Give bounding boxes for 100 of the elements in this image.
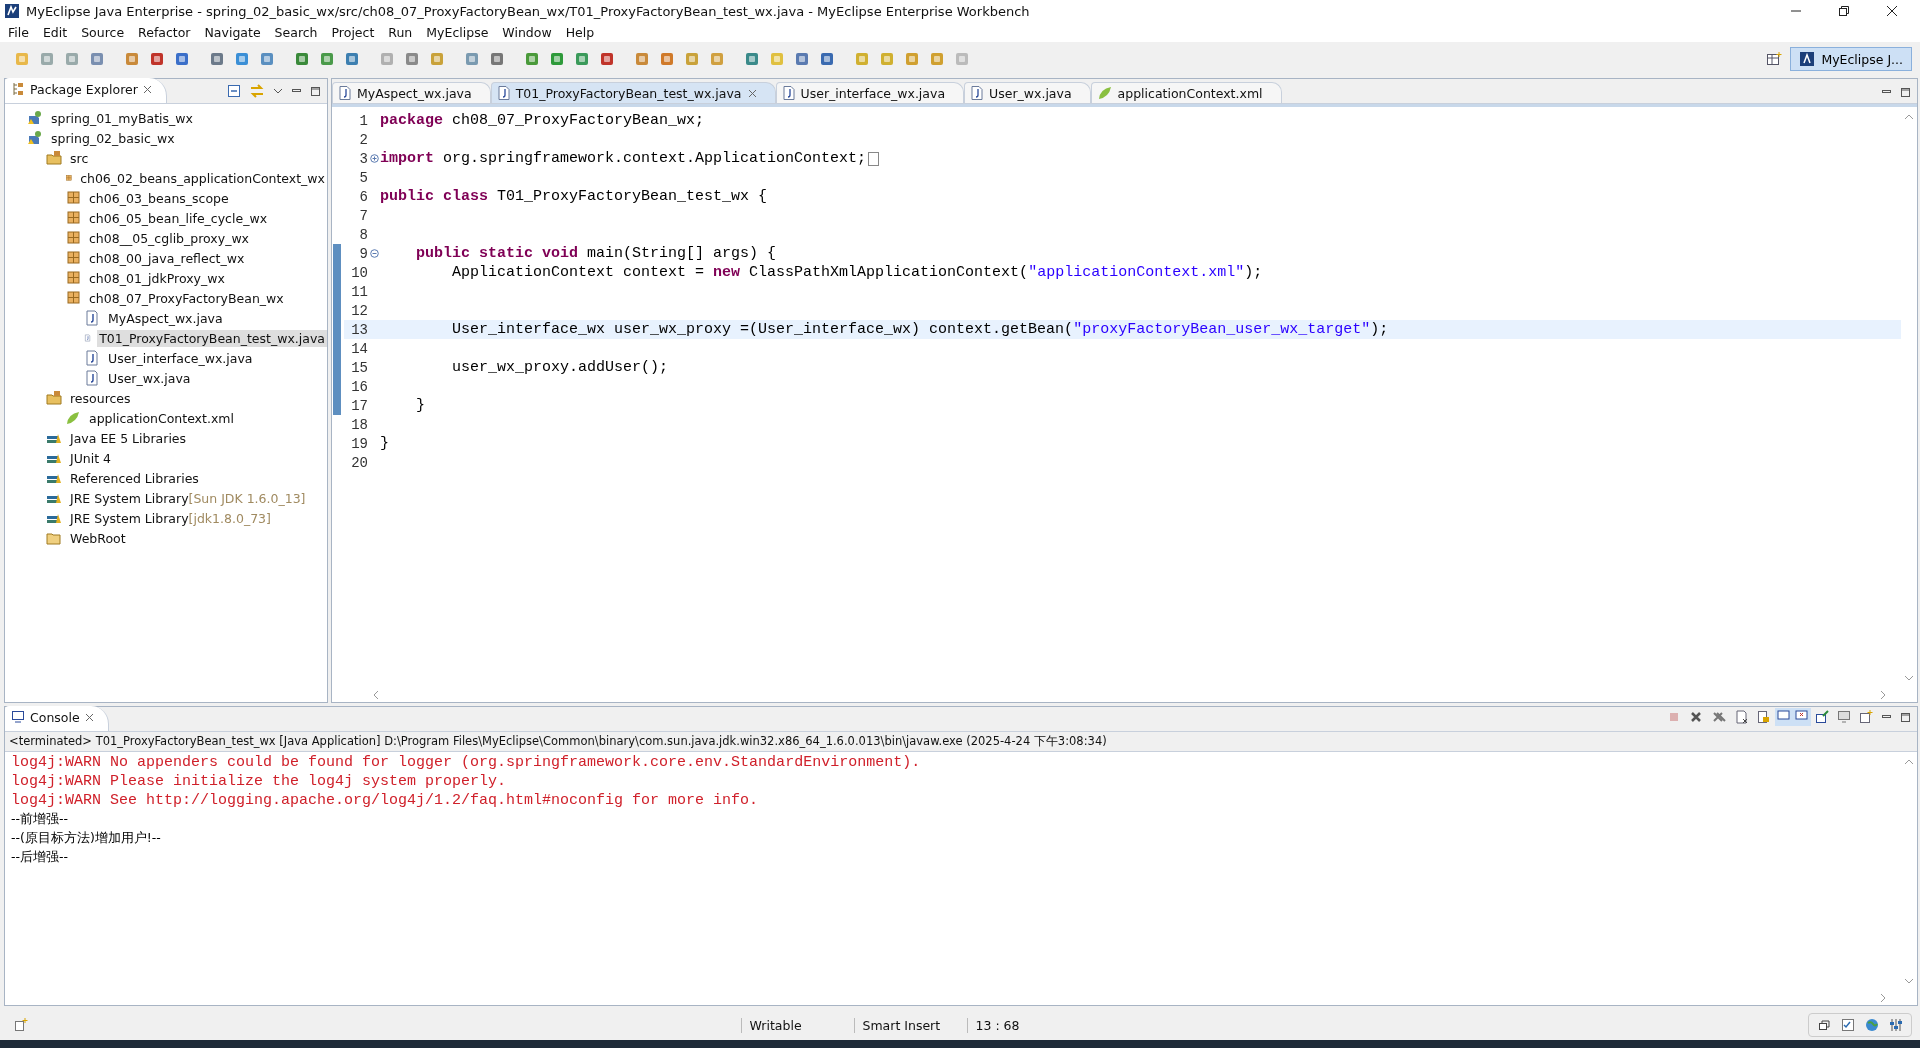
tree-item[interactable]: applicationContext.xml xyxy=(87,409,236,427)
clear-console-icon[interactable] xyxy=(1735,710,1749,724)
tree-item[interactable]: ch06_03_beans_scope xyxy=(87,189,231,207)
tree-item[interactable]: ch06_02_beans_applicationContext_wx xyxy=(78,169,327,187)
status-field: Smart Insert xyxy=(853,1017,967,1033)
menu-item[interactable]: Edit xyxy=(42,24,68,40)
menu-item[interactable]: Source xyxy=(81,24,125,40)
status-field: Writable xyxy=(740,1017,854,1033)
maximize-icon[interactable] xyxy=(1900,711,1911,723)
line-number: 14 xyxy=(350,340,368,357)
console-description: <terminated> T01_ProxyFactoryBean_test_wx [Java Application] D:\Program Files\MyEclipse\Common\binary\com.sun.java.jdk.win32.x86_64_1.6.0.013\bin\javaw.exe (2025-4-24 下午3:08:34) xyxy=(5,732,1917,752)
java-file-icon xyxy=(84,310,100,326)
tree-item[interactable]: ch08_00_java_reflect_wx xyxy=(87,249,247,267)
tree-item[interactable]: spring_01_myBatis_wx xyxy=(49,109,195,127)
tree-item[interactable]: User_interface_wx.java xyxy=(106,349,255,367)
task-list-icon[interactable] xyxy=(1841,1018,1855,1032)
tree-item[interactable]: src xyxy=(68,149,91,167)
scroll-lock-icon[interactable] xyxy=(1757,710,1771,724)
expand-icon[interactable] xyxy=(369,154,379,163)
tree-item[interactable]: JRE System Library[jdk1.8.0_73] xyxy=(68,509,273,527)
collapse-icon[interactable] xyxy=(369,249,379,258)
menu-item[interactable]: MyEclipse xyxy=(426,24,489,40)
status-field: 13 : 68 xyxy=(966,1017,1096,1033)
menu-item[interactable]: Refactor xyxy=(138,24,191,40)
tree-item[interactable]: ch06_05_bean_life_cycle_wx xyxy=(87,209,270,227)
line-number: 8 xyxy=(358,226,368,243)
collapse-all-icon[interactable] xyxy=(227,84,241,98)
code-line: } xyxy=(380,435,389,452)
fast-view-icon[interactable] xyxy=(14,1018,28,1032)
scroll-right-icon[interactable] xyxy=(1879,993,1887,1003)
close-icon[interactable] xyxy=(1886,5,1898,17)
scroll-up-icon[interactable] xyxy=(1904,113,1914,121)
tree-item[interactable]: ch08_07_ProxyFactoryBean_wx xyxy=(87,289,286,307)
tree-item[interactable]: ch08__05_cglib_proxy_wx xyxy=(87,229,252,247)
window-icon[interactable] xyxy=(1817,1018,1831,1032)
restore-icon[interactable] xyxy=(1838,5,1850,17)
perspective-button[interactable]: MyEclipse J... xyxy=(1790,47,1912,71)
console-icon xyxy=(11,710,25,724)
open-perspective-icon[interactable] xyxy=(1766,51,1783,67)
java-file-icon xyxy=(84,370,100,386)
tree-item[interactable]: WebRoot xyxy=(68,529,128,547)
editor-tab[interactable]: User_interface_wx.java xyxy=(775,82,965,103)
perspective-logo-icon xyxy=(1799,51,1816,67)
line-number: 19 xyxy=(350,435,368,452)
folded-code-marker[interactable] xyxy=(868,151,880,166)
menu-item[interactable]: Run xyxy=(388,24,413,40)
maximize-icon[interactable] xyxy=(1900,87,1911,98)
link-editor-icon[interactable] xyxy=(249,84,265,98)
menu-item[interactable]: Help xyxy=(565,24,595,40)
scroll-left-icon[interactable] xyxy=(372,690,380,700)
show-output-icon[interactable] xyxy=(1775,708,1793,726)
remove-launch-icon[interactable] xyxy=(1689,710,1703,724)
leaf-icon xyxy=(1097,86,1112,100)
code-line: import org.springframework.context.ApplicationContext; xyxy=(380,150,867,167)
scroll-down-icon[interactable] xyxy=(1904,674,1914,682)
maximize-icon[interactable] xyxy=(310,85,321,97)
sliders-icon[interactable] xyxy=(1889,1018,1903,1032)
tree-item[interactable]: User_wx.java xyxy=(106,369,193,387)
new-console-icon[interactable] xyxy=(1859,710,1873,724)
code-line: User_interface_wx user_wx_proxy =(User_interface_wx) context.getBean("proxyFactoryBean_user_wx_target"); xyxy=(451,321,1389,338)
scroll-right-icon[interactable] xyxy=(1879,690,1887,700)
menu-item[interactable]: Window xyxy=(502,24,552,40)
show-error-icon[interactable] xyxy=(1793,708,1811,726)
tree-item[interactable]: Referenced Libraries xyxy=(68,469,201,487)
menu-item[interactable]: File xyxy=(8,24,29,40)
tree-item[interactable]: spring_02_basic_wx xyxy=(49,129,177,147)
console-line: --后增强-- xyxy=(11,849,70,866)
menu-item[interactable]: Project xyxy=(331,24,375,40)
java-file-icon xyxy=(971,86,984,100)
console-line: log4j:WARN Please initialize the log4j system properly. xyxy=(11,773,508,792)
line-number: 16 xyxy=(350,378,368,395)
menu-item[interactable]: Navigate xyxy=(204,24,261,40)
view-menu-icon[interactable] xyxy=(273,86,283,96)
scroll-down-icon[interactable] xyxy=(1904,977,1914,985)
tree-item[interactable]: Java EE 5 Libraries xyxy=(68,429,189,447)
editor-tab[interactable]: applicationContext.xml xyxy=(1090,82,1282,103)
code-line: public class T01_ProxyFactoryBean_test_wx { xyxy=(380,188,768,205)
tree-item[interactable]: JRE System Library[Sun JDK 1.6.0_13] xyxy=(68,489,308,507)
scroll-up-icon[interactable] xyxy=(1904,758,1914,766)
editor-tab[interactable]: MyAspect_wx.java xyxy=(332,82,491,103)
java-file-icon xyxy=(497,86,510,100)
editor-tab[interactable]: T01_ProxyFactoryBean_test_wx.java xyxy=(490,82,776,103)
tree-item[interactable]: resources xyxy=(68,389,133,407)
tree-item[interactable]: MyAspect_wx.java xyxy=(106,309,225,327)
line-number: 18 xyxy=(350,416,368,433)
pin-console-icon[interactable] xyxy=(1815,710,1829,724)
tree-item[interactable]: ch08_01_jdkProxy_wx xyxy=(87,269,227,287)
tree-item[interactable]: JUnit 4 xyxy=(68,449,114,467)
code-line: ApplicationContext context = new ClassPathXmlApplicationContext("applicationContext.xml"); xyxy=(451,264,1263,281)
source-folder-icon xyxy=(46,390,62,406)
editor-tab[interactable]: User_wx.java xyxy=(964,82,1091,103)
remove-all-icon[interactable] xyxy=(1711,710,1727,724)
package-explorer-icon xyxy=(11,82,25,96)
app-logo-icon xyxy=(4,3,20,19)
menu-item[interactable]: Search xyxy=(274,24,318,40)
tree-item[interactable]: T01_ProxyFactoryBean_test_wx.java xyxy=(97,329,327,347)
display-console-icon[interactable] xyxy=(1837,710,1851,724)
line-number: 12 xyxy=(350,302,368,319)
line-number: 15 xyxy=(350,359,368,376)
java-file-icon xyxy=(782,86,795,100)
